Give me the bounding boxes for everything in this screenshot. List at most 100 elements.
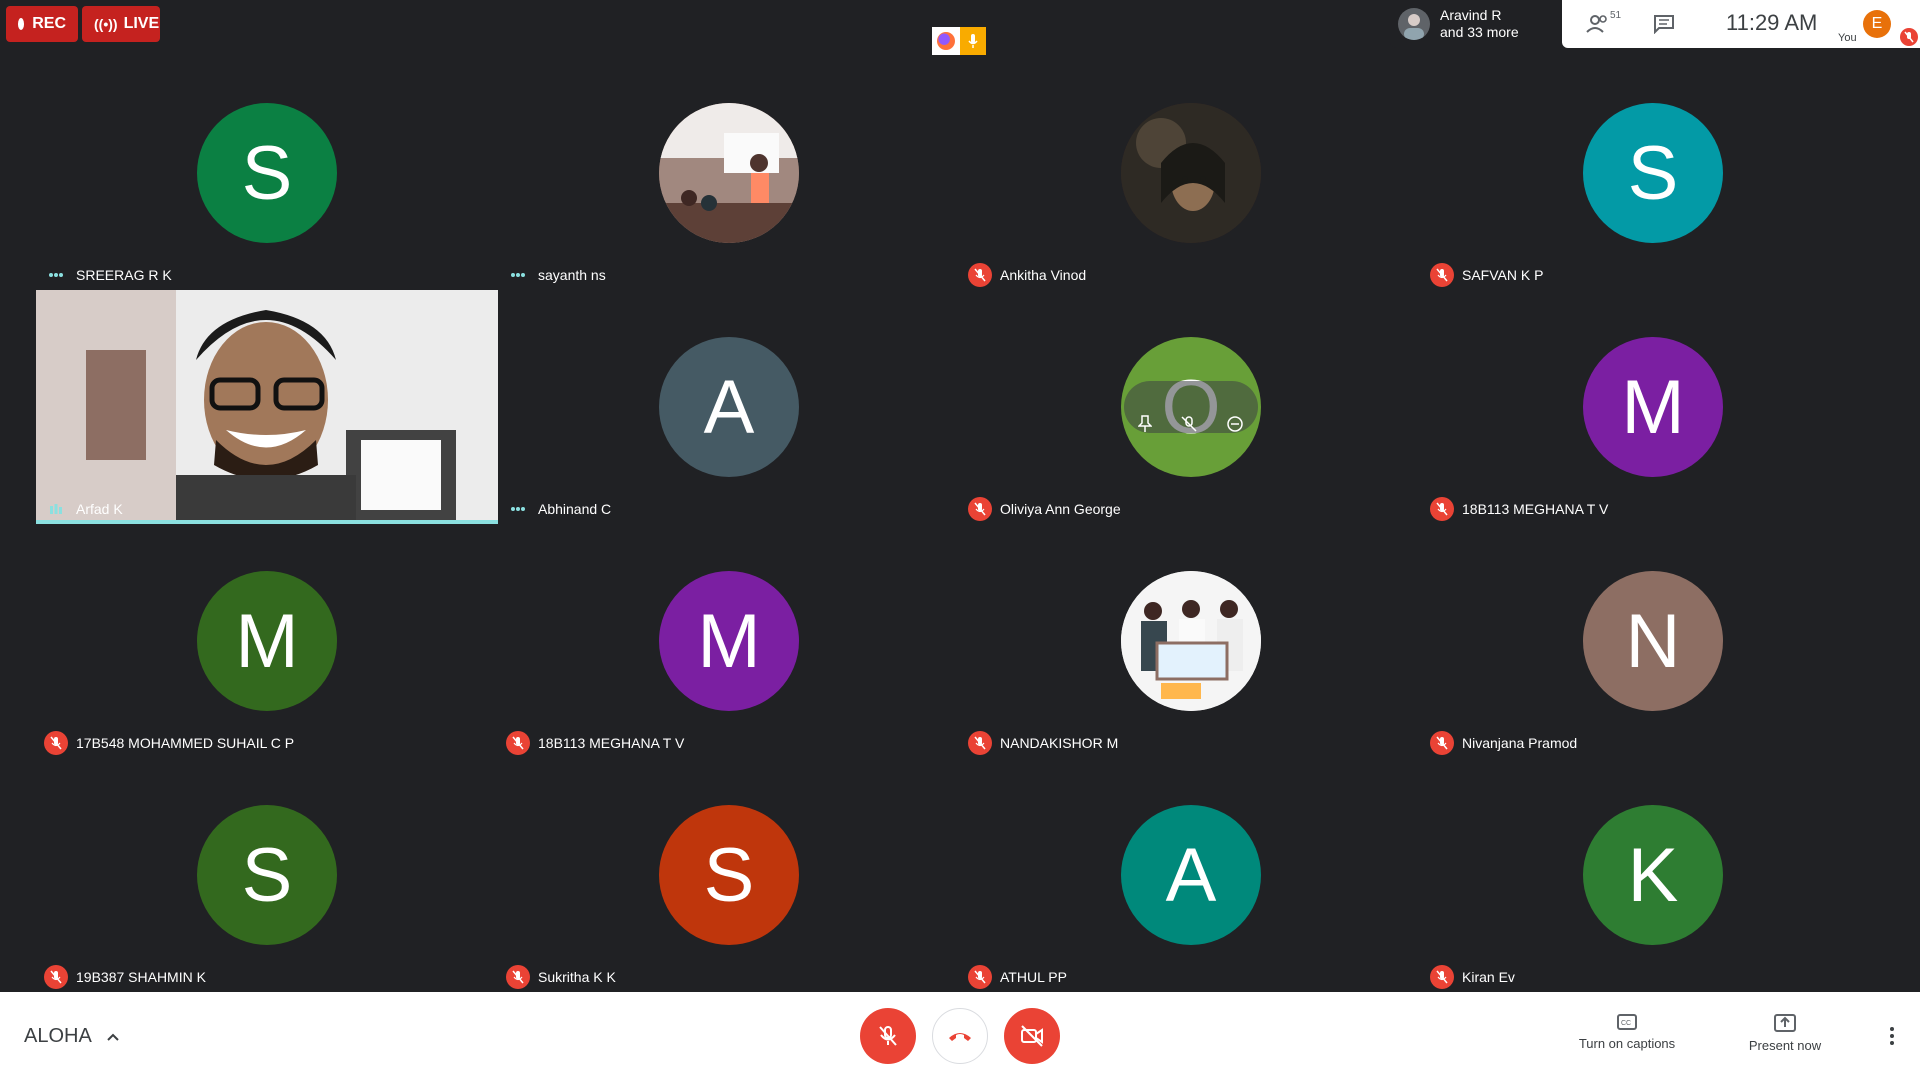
presenter-more: and 33 more [1440,24,1519,40]
svg-text:CC: CC [1621,1020,1631,1027]
recording-badge[interactable]: REC [6,6,78,42]
participant-avatar: S [197,103,337,243]
participant-tile[interactable]: S SAFVAN K P [1422,56,1884,290]
participant-name-row: Nivanjana Pramod [1430,731,1577,755]
participant-tile[interactable]: O Oliviya Ann George [960,290,1422,524]
presenter-info[interactable]: Aravind R and 33 more [1390,0,1562,48]
participant-name: sayanth ns [538,267,606,283]
participant-tile[interactable]: M 17B548 MOHAMMED SUHAIL C P [36,524,498,758]
participant-name-row: SREERAG R K [44,263,172,287]
participant-name: 17B548 MOHAMMED SUHAIL C P [76,735,295,751]
participant-name: Kiran Ev [1462,969,1515,985]
participant-tile[interactable]: S 19B387 SHAHMIN K [36,758,498,992]
self-avatar[interactable]: E [1863,10,1891,38]
participant-tile[interactable]: M 18B113 MEGHANA T V [498,524,960,758]
microphone-icon [968,34,978,48]
chat-icon[interactable] [1650,10,1678,38]
record-dot-icon [18,18,25,30]
participant-avatar: K [1583,805,1723,945]
mic-off-icon [1430,497,1454,521]
participant-name-row: 19B387 SHAHMIN K [44,965,206,989]
participant-tile[interactable]: NANDAKISHOR M [960,524,1422,758]
participant-name: NANDAKISHOR M [1000,735,1119,751]
live-badge[interactable]: ((•)) LIVE [82,6,160,42]
participant-name-row: 17B548 MOHAMMED SUHAIL C P [44,731,294,755]
participant-name-row: SAFVAN K P [1430,263,1543,287]
firefox-icon [937,32,955,50]
participant-tile[interactable]: S Sukritha K K [498,758,960,992]
mic-off-icon [968,263,992,287]
self-initial: E [1871,15,1883,32]
avatar-initial: N [1625,598,1681,684]
participant-tile[interactable]: A ATHUL PP [960,758,1422,992]
participant-name-row: ATHUL PP [968,965,1067,989]
mic-off-icon [506,731,530,755]
participant-tile[interactable]: sayanth ns [498,56,960,290]
mic-off-icon [44,965,68,989]
present-label: Present now [1748,1038,1822,1053]
mic-off-icon [506,965,530,989]
browser-sharing-indicator[interactable] [932,27,986,55]
avatar-initial: K [1627,832,1679,918]
participant-tile[interactable]: K Kiran Ev [1422,758,1884,992]
mic-off-icon [1430,263,1454,287]
participant-name: Sukritha K K [538,969,616,985]
participant-tile[interactable]: Arfad K [36,290,498,524]
participant-name-row: Sukritha K K [506,965,616,989]
participant-avatar: A [1121,805,1261,945]
meeting-clock: 11:29 AM [1726,10,1818,35]
avatar-initial: M [697,598,761,684]
participant-name: ATHUL PP [1000,969,1067,985]
participant-tile[interactable]: A Abhinand C [498,290,960,524]
participant-name-row: Oliviya Ann George [968,497,1121,521]
participant-name: SAFVAN K P [1462,267,1544,283]
live-label: LIVE [123,15,160,32]
mic-off-icon [968,497,992,521]
more-dots-icon [44,263,68,287]
participant-avatar: M [197,571,337,711]
more-options-button[interactable] [1880,1020,1904,1052]
chevron-up-icon [107,1033,119,1041]
phone-hangup-icon [949,1033,971,1041]
avatar-initial: S [703,832,755,918]
captions-label: Turn on captions [1578,1036,1676,1051]
mic-off-icon [879,1026,897,1046]
participant-avatar [1121,103,1261,243]
mic-off-icon [44,731,68,755]
camera-off-icon [1021,1025,1043,1047]
participant-tile[interactable]: S SREERAG R K [36,56,498,290]
participant-grid: S SREERAG R K sayanth ns Ankitha Vinod S SAFV… [36,56,1884,992]
audio-level-icon [44,497,68,520]
presenter-name: Aravind R [1440,7,1502,23]
mute-participant-icon[interactable] [1180,364,1198,451]
present-now-button[interactable]: Present now [1720,1014,1850,1053]
participant-avatar: N [1583,571,1723,711]
participant-video [36,290,498,520]
participant-name: Oliviya Ann George [1000,501,1121,517]
meeting-title: ALOHA [24,1025,92,1047]
top-bar: REC ((•)) LIVE Aravind R and 33 more 51 … [0,0,1920,56]
participant-name-row: Ankitha Vinod [968,263,1086,287]
participant-avatar: M [659,571,799,711]
meeting-details-button[interactable]: ALOHA [24,1025,120,1048]
mic-off-icon [1430,731,1454,755]
participant-avatar: S [197,805,337,945]
remove-participant-icon[interactable] [1226,364,1244,451]
avatar-initial: S [241,832,293,918]
participant-tile[interactable]: Ankitha Vinod [960,56,1422,290]
participant-name: 18B113 MEGHANA T V [1462,501,1609,517]
mic-toggle-button[interactable] [860,1008,916,1064]
people-icon[interactable] [1584,10,1612,38]
pin-icon[interactable] [1137,364,1153,451]
captions-button[interactable]: CC Turn on captions [1562,1014,1692,1051]
avatar-initial: S [241,130,293,216]
participant-tile[interactable]: N Nivanjana Pramod [1422,524,1884,758]
avatar-initial: M [1621,364,1685,450]
participant-tile[interactable]: M 18B113 MEGHANA T V [1422,290,1884,524]
bottom-bar: ALOHA CC Turn on captions Present now [0,992,1920,1080]
camera-toggle-button[interactable] [1004,1008,1060,1064]
participant-name: 19B387 SHAHMIN K [76,969,206,985]
leave-call-button[interactable] [932,1008,988,1064]
participant-name: Abhinand C [538,501,612,517]
avatar-initial: A [1165,832,1217,918]
